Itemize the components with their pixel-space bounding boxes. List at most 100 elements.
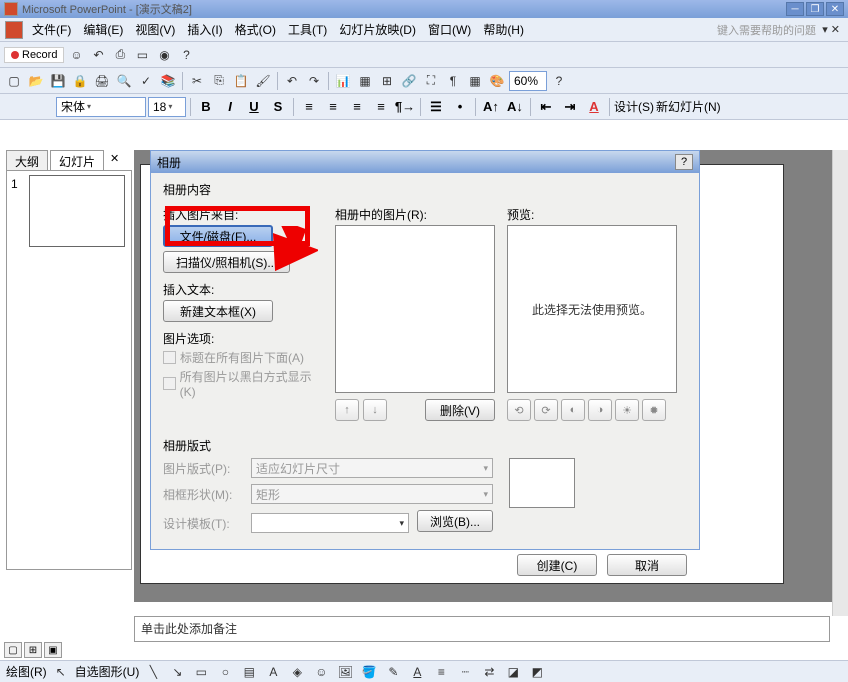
print-icon[interactable]: 🖨 <box>92 71 112 91</box>
underline-button[interactable]: U <box>243 97 265 117</box>
pictures-listbox[interactable] <box>335 225 495 393</box>
menu-slideshow[interactable]: 幻灯片放映(D) <box>333 19 422 40</box>
tab-outline[interactable]: 大纲 <box>6 150 48 172</box>
increase-font-button[interactable]: A↑ <box>480 97 502 117</box>
menu-view[interactable]: 视图(V) <box>129 19 181 40</box>
open-icon[interactable]: 📂 <box>26 71 46 91</box>
vertical-scrollbar[interactable] <box>832 150 848 616</box>
create-button[interactable]: 创建(C) <box>517 554 597 576</box>
expand-icon[interactable]: ⛶ <box>421 71 441 91</box>
align-center-button[interactable]: ≡ <box>322 97 344 117</box>
move-up-button[interactable]: ↑ <box>335 399 359 421</box>
slide-thumbnail[interactable] <box>29 175 125 247</box>
record-button[interactable]: Record <box>4 47 64 63</box>
cut-icon[interactable]: ✂ <box>187 71 207 91</box>
undo-icon[interactable]: ↶ <box>282 71 302 91</box>
remove-button[interactable]: 删除(V) <box>425 399 495 421</box>
grid-icon[interactable]: ▦ <box>465 71 485 91</box>
bullets-button[interactable]: • <box>449 97 471 117</box>
new-icon[interactable]: ▢ <box>4 71 24 91</box>
chart-icon[interactable]: 📊 <box>333 71 353 91</box>
menu-file[interactable]: 文件(F) <box>26 19 77 40</box>
app-menu-icon[interactable] <box>5 21 23 39</box>
fill-color-icon[interactable]: 🪣 <box>359 662 379 682</box>
slideshow-view-button[interactable]: ▣ <box>44 642 62 658</box>
menu-format[interactable]: 格式(O) <box>229 19 282 40</box>
brightness-up-button[interactable]: ☀ <box>615 399 639 421</box>
doc-close-button[interactable]: ▾ ✕ <box>822 23 840 36</box>
menu-window[interactable]: 窗口(W) <box>422 19 477 40</box>
menu-tools[interactable]: 工具(T) <box>282 19 333 40</box>
show-format-icon[interactable]: ¶ <box>443 71 463 91</box>
new-slide-button[interactable]: 新幻灯片(N) <box>656 98 721 115</box>
contrast-up-button[interactable]: ◐ <box>561 399 585 421</box>
move-down-button[interactable]: ↓ <box>363 399 387 421</box>
select-icon[interactable]: ↖ <box>51 662 71 682</box>
toolbar-icon-3[interactable]: ⎙ <box>110 45 130 65</box>
zoom-box[interactable]: 60% <box>509 71 547 91</box>
numbering-button[interactable]: ☰ <box>425 97 447 117</box>
wordart-icon[interactable]: A <box>263 662 283 682</box>
file-disk-button[interactable]: 文件/磁盘(F)... <box>163 225 273 247</box>
close-button[interactable]: ✕ <box>826 2 844 16</box>
arrow-icon[interactable]: ↘ <box>167 662 187 682</box>
brightness-down-button[interactable]: ✹ <box>642 399 666 421</box>
new-textbox-button[interactable]: 新建文本框(X) <box>163 300 273 322</box>
color-icon[interactable]: 🎨 <box>487 71 507 91</box>
shadow-style-icon[interactable]: ◪ <box>503 662 523 682</box>
toolbar-help-icon[interactable]: ? <box>176 45 196 65</box>
clipart-icon[interactable]: ☺ <box>311 662 331 682</box>
browse-button[interactable]: 浏览(B)... <box>417 510 493 532</box>
menu-insert[interactable]: 插入(I) <box>181 19 228 40</box>
italic-button[interactable]: I <box>219 97 241 117</box>
picture-icon[interactable]: 🖼 <box>335 662 355 682</box>
redo-icon[interactable]: ↷ <box>304 71 324 91</box>
font-color-button[interactable]: A <box>583 97 605 117</box>
align-left-button[interactable]: ≡ <box>298 97 320 117</box>
ltr-button[interactable]: ¶→ <box>394 97 416 117</box>
preview-icon[interactable]: 🔍 <box>114 71 134 91</box>
contrast-down-button[interactable]: ◑ <box>588 399 612 421</box>
rectangle-icon[interactable]: ▭ <box>191 662 211 682</box>
spell-icon[interactable]: ✓ <box>136 71 156 91</box>
design-button[interactable]: 设计(S) <box>614 98 654 115</box>
font-size-selector[interactable]: 18 <box>148 97 186 117</box>
copy-icon[interactable]: ⎘ <box>209 71 229 91</box>
caption-below-checkbox[interactable]: 标题在所有图片下面(A) <box>163 349 323 366</box>
font-color-icon[interactable]: A <box>407 662 427 682</box>
toolbar-icon-4[interactable]: ▭ <box>132 45 152 65</box>
diagram-icon[interactable]: ◈ <box>287 662 307 682</box>
minimize-button[interactable]: ─ <box>786 2 804 16</box>
pic-layout-combo[interactable]: 适应幻灯片尺寸 <box>251 458 493 478</box>
notes-pane[interactable]: 单击此处添加备注 <box>134 616 830 642</box>
line-style-icon[interactable]: ≡ <box>431 662 451 682</box>
bold-button[interactable]: B <box>195 97 217 117</box>
maximize-button[interactable]: ❐ <box>806 2 824 16</box>
rotate-right-button[interactable]: ⟳ <box>534 399 558 421</box>
toolbar-icon-5[interactable]: ◉ <box>154 45 174 65</box>
draw-menu[interactable]: 绘图(R) <box>6 663 47 680</box>
line-icon[interactable]: ╲ <box>143 662 163 682</box>
cancel-button[interactable]: 取消 <box>607 554 687 576</box>
textbox-icon[interactable]: ▤ <box>239 662 259 682</box>
menu-edit[interactable]: 编辑(E) <box>77 19 129 40</box>
decrease-font-button[interactable]: A↓ <box>504 97 526 117</box>
dialog-help-button[interactable]: ? <box>675 154 693 170</box>
shadow-button[interactable]: S <box>267 97 289 117</box>
paste-icon[interactable]: 📋 <box>231 71 251 91</box>
decrease-indent-button[interactable]: ⇤ <box>535 97 557 117</box>
line-color-icon[interactable]: ✎ <box>383 662 403 682</box>
oval-icon[interactable]: ○ <box>215 662 235 682</box>
design-template-combo[interactable] <box>251 513 409 533</box>
dash-style-icon[interactable]: ┈ <box>455 662 475 682</box>
autoshape-menu[interactable]: 自选图形(U) <box>75 663 140 680</box>
arrow-style-icon[interactable]: ⇄ <box>479 662 499 682</box>
tables-icon[interactable]: ⊞ <box>377 71 397 91</box>
tab-close-button[interactable]: ✕ <box>106 150 123 172</box>
format-painter-icon[interactable]: 🖌 <box>253 71 273 91</box>
3d-style-icon[interactable]: ◩ <box>527 662 547 682</box>
normal-view-button[interactable]: ▢ <box>4 642 22 658</box>
permission-icon[interactable]: 🔒 <box>70 71 90 91</box>
frame-shape-combo[interactable]: 矩形 <box>251 484 493 504</box>
tab-slides[interactable]: 幻灯片 <box>50 150 104 172</box>
